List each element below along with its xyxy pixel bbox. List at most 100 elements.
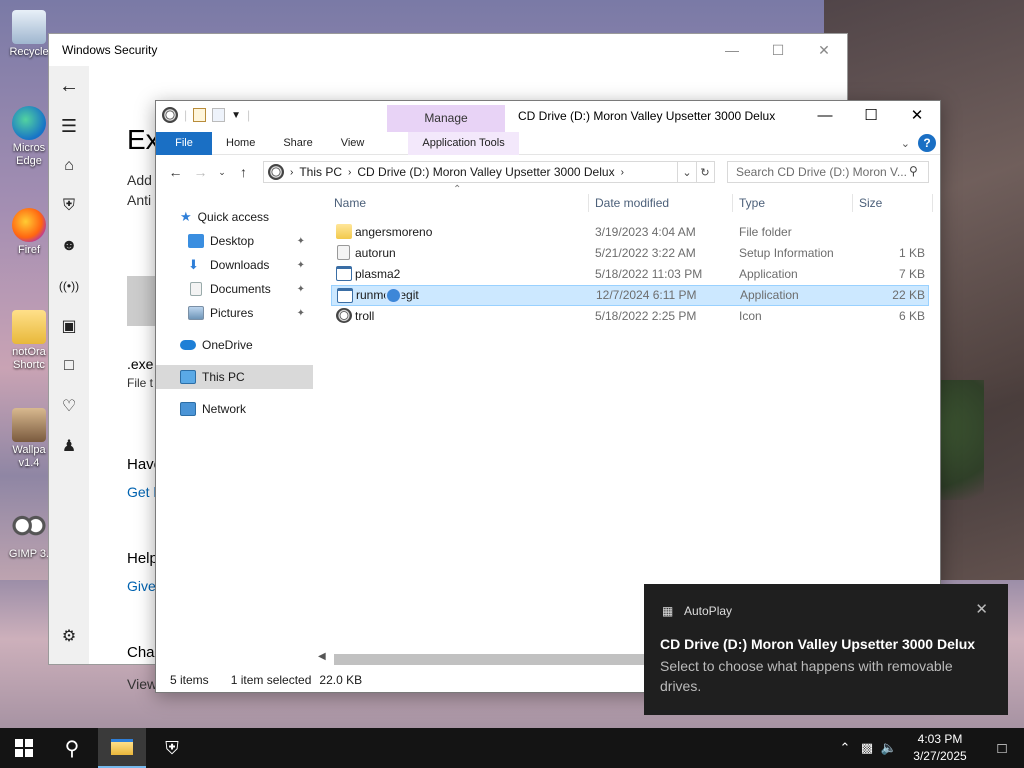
desktop-icon-label: Recycle bbox=[9, 46, 49, 58]
folder-icon bbox=[336, 224, 352, 239]
expand-ribbon-chevron-icon[interactable]: ⌄ bbox=[901, 137, 910, 150]
nav-item-downloads[interactable]: ⬇ Downloads ✦ bbox=[156, 253, 313, 277]
table-row[interactable]: angersmoreno 3/19/2023 4:04 AM File fold… bbox=[331, 222, 929, 243]
up-arrow-icon[interactable]: ↑ bbox=[231, 164, 256, 180]
action-center-icon[interactable]: □ bbox=[980, 740, 1024, 757]
back-arrow-icon[interactable]: ← bbox=[163, 164, 188, 180]
help-icon[interactable]: ? bbox=[918, 134, 936, 152]
table-row[interactable]: plasma2 5/18/2022 11:03 PM Application 7… bbox=[331, 264, 929, 285]
close-button[interactable]: ✕ bbox=[894, 101, 940, 131]
new-folder-icon[interactable] bbox=[212, 108, 226, 122]
search-icon[interactable]: ⚲ bbox=[909, 164, 918, 178]
edge-icon bbox=[12, 106, 46, 140]
forward-arrow-icon[interactable]: → bbox=[188, 164, 213, 180]
volume-muted-icon[interactable]: 🔈 bbox=[878, 740, 900, 756]
settings-gear-icon[interactable]: ⚙ bbox=[49, 616, 89, 656]
refresh-icon[interactable]: ↻ bbox=[700, 166, 709, 179]
toolbar-divider: | bbox=[184, 108, 188, 122]
family-icon[interactable]: ♟ bbox=[49, 426, 89, 466]
desktop-icon-firefox[interactable]: Firef bbox=[4, 208, 54, 256]
nav-item-label: Downloads bbox=[210, 258, 270, 272]
exclusion-entry-label[interactable]: .exe bbox=[127, 356, 153, 372]
customize-toolbar-icon[interactable]: ▼ bbox=[231, 110, 241, 121]
column-header-size[interactable]: Size bbox=[859, 192, 882, 214]
column-divider[interactable] bbox=[932, 194, 933, 212]
desktop-icon-shortcut[interactable]: notOra Shortc bbox=[4, 310, 54, 372]
exclusion-entry-sub: File t bbox=[127, 376, 154, 390]
close-button[interactable]: ✕ bbox=[801, 34, 847, 66]
recycle-bin-icon bbox=[12, 10, 46, 44]
column-header-type[interactable]: Type bbox=[739, 192, 765, 214]
home-icon[interactable]: ⌂ bbox=[49, 146, 89, 186]
give-feedback-link[interactable]: Give bbox=[127, 578, 156, 594]
add-exclusion-button[interactable] bbox=[127, 276, 157, 326]
table-row-selected[interactable]: runme_legit 12/7/2024 6:11 PM Applicatio… bbox=[331, 285, 929, 306]
breadcrumb-separator[interactable]: › bbox=[290, 167, 293, 178]
security-desc-line-1: Add bbox=[127, 172, 152, 188]
taskbar-windows-security[interactable]: ⛨ bbox=[148, 728, 196, 768]
scroll-left-arrow-icon[interactable]: ◀ bbox=[318, 651, 326, 662]
gimp-icon bbox=[12, 512, 46, 546]
shield-icon[interactable]: ⛨ bbox=[49, 186, 89, 226]
desktop-icon-recycle-bin[interactable]: Recycle bbox=[4, 10, 54, 58]
nav-item-documents[interactable]: Documents ✦ bbox=[156, 277, 313, 301]
network-antenna-icon[interactable]: ((•)) bbox=[49, 266, 89, 306]
minimize-button[interactable]: — bbox=[709, 34, 755, 66]
desktop-icon-wallpaper[interactable]: Wallpa v1.4 bbox=[4, 408, 54, 470]
autoplay-notification[interactable]: ▦ AutoPlay ✕ CD Drive (D:) Moron Valley … bbox=[644, 584, 1008, 715]
maximize-button[interactable]: ☐ bbox=[848, 101, 894, 131]
file-name: troll bbox=[355, 309, 375, 323]
breadcrumb-cd-drive[interactable]: CD Drive (D:) Moron Valley Upsetter 3000… bbox=[357, 165, 614, 179]
table-row[interactable]: autorun 5/21/2022 3:22 AM Setup Informat… bbox=[331, 243, 929, 264]
manage-contextual-tab[interactable]: Manage bbox=[387, 105, 505, 132]
address-dropdown-chevron-icon[interactable]: ⌄ bbox=[682, 166, 691, 179]
nav-item-pictures[interactable]: Pictures ✦ bbox=[156, 301, 313, 325]
breadcrumb-separator[interactable]: › bbox=[621, 167, 624, 178]
nav-item-onedrive[interactable]: OneDrive bbox=[156, 333, 313, 357]
maximize-button[interactable]: ☐ bbox=[755, 34, 801, 66]
search-button[interactable]: ⚲ bbox=[48, 728, 96, 768]
network-icon[interactable]: ▩ bbox=[856, 740, 878, 756]
application-icon bbox=[336, 266, 352, 281]
breadcrumb-this-pc[interactable]: This PC bbox=[299, 165, 342, 179]
nav-item-quick-access[interactable]: ★ Quick access bbox=[156, 205, 313, 229]
table-row[interactable]: troll 5/18/2022 2:25 PM Icon 6 KB bbox=[331, 306, 929, 327]
status-item-count: 5 items bbox=[170, 673, 209, 687]
back-arrow-icon[interactable]: ← bbox=[49, 66, 89, 106]
breadcrumb-separator[interactable]: › bbox=[348, 167, 351, 178]
desktop-icon-edge[interactable]: Micros Edge bbox=[4, 106, 54, 168]
desktop-icon-label: Firef bbox=[18, 244, 40, 256]
scrollbar-thumb[interactable] bbox=[334, 654, 654, 665]
clock[interactable]: 4:03 PM 3/27/2025 bbox=[900, 731, 980, 765]
tab-file[interactable]: File bbox=[156, 132, 212, 155]
tab-application-tools[interactable]: Application Tools bbox=[408, 132, 519, 155]
nav-item-this-pc[interactable]: This PC bbox=[156, 365, 313, 389]
column-header-date[interactable]: Date modified bbox=[595, 192, 669, 214]
laptop-icon[interactable]: □ bbox=[49, 346, 89, 386]
properties-icon[interactable] bbox=[193, 108, 207, 122]
taskbar-file-explorer[interactable] bbox=[98, 728, 146, 768]
search-input[interactable]: Search CD Drive (D:) Moron V... bbox=[727, 161, 929, 183]
address-bar[interactable]: › This PC › CD Drive (D:) Moron Valley U… bbox=[263, 161, 697, 183]
nav-item-network[interactable]: Network bbox=[156, 397, 313, 421]
close-icon[interactable]: ✕ bbox=[975, 600, 988, 618]
column-header-name[interactable]: Name bbox=[334, 192, 366, 214]
person-icon[interactable]: ☻ bbox=[49, 226, 89, 266]
tab-view[interactable]: View bbox=[327, 132, 379, 155]
minimize-button[interactable]: — bbox=[802, 101, 848, 131]
start-button[interactable] bbox=[0, 728, 48, 768]
tab-share[interactable]: Share bbox=[269, 132, 326, 155]
desktop-folder-icon bbox=[188, 234, 204, 248]
troll-face-icon bbox=[336, 308, 352, 323]
column-divider[interactable] bbox=[588, 194, 589, 212]
desktop-icon-gimp[interactable]: GIMP 3. bbox=[4, 512, 54, 560]
column-divider[interactable] bbox=[852, 194, 853, 212]
recent-locations-chevron-icon[interactable]: ⌄ bbox=[213, 167, 231, 178]
nav-item-desktop[interactable]: Desktop ✦ bbox=[156, 229, 313, 253]
browser-window-icon[interactable]: ▣ bbox=[49, 306, 89, 346]
tab-home[interactable]: Home bbox=[212, 132, 269, 155]
heart-health-icon[interactable]: ♡ bbox=[49, 386, 89, 426]
hamburger-menu-icon[interactable]: ☰ bbox=[49, 106, 89, 146]
column-divider[interactable] bbox=[732, 194, 733, 212]
show-hidden-icons-chevron-icon[interactable]: ⌃ bbox=[834, 740, 856, 756]
